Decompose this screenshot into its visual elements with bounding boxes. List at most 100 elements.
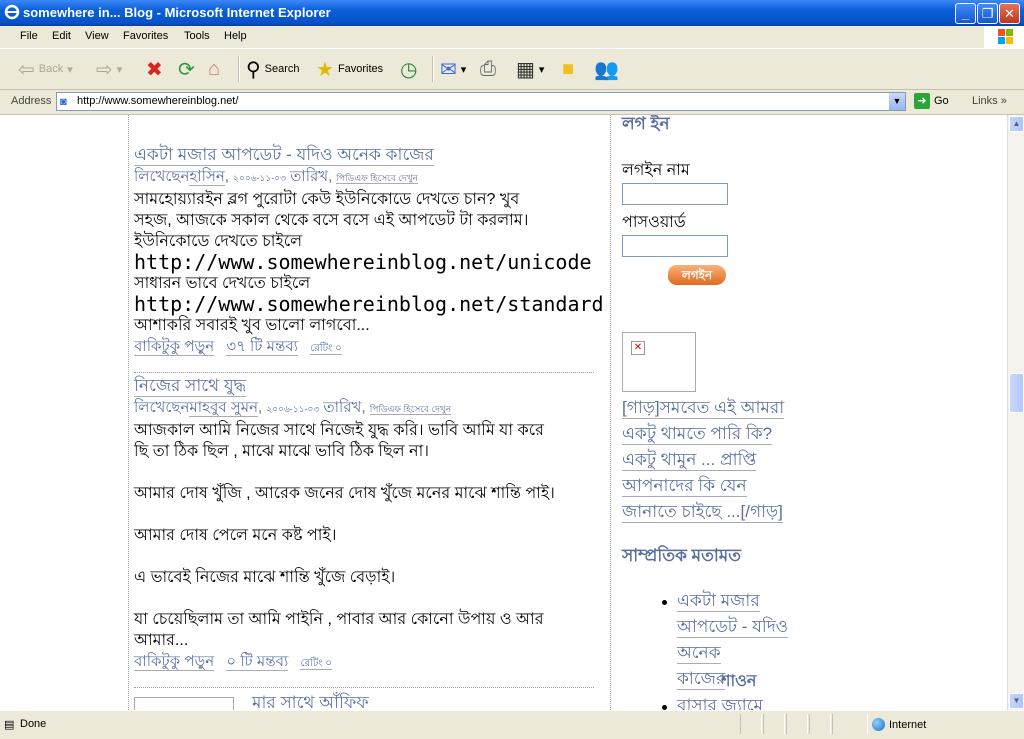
status-cell	[809, 714, 831, 734]
menu-help[interactable]: Help	[224, 30, 247, 42]
post-author[interactable]: হাসিন	[189, 168, 225, 186]
read-more-link[interactable]: বাকিটুকু পড়ুন	[134, 338, 215, 356]
globe-icon	[872, 718, 885, 731]
search-button[interactable]: ⚲ Search	[246, 55, 300, 83]
read-more-link[interactable]: বাকিটুকু পড়ুন	[134, 653, 215, 671]
recent-comment-author[interactable]: শাওন	[721, 668, 756, 695]
sidebar-link[interactable]: [গাড়]সমবেত এই আমরা	[622, 397, 785, 419]
status-cell	[740, 714, 762, 734]
back-button[interactable]: ⇦ Back ▾	[18, 55, 73, 83]
scroll-down-button[interactable]: ▼	[1009, 693, 1024, 709]
menu-view[interactable]: View	[85, 30, 109, 42]
windows-logo-icon	[984, 26, 1024, 48]
note-icon: ■	[562, 57, 575, 80]
post-footer: বাকিটুকু পড়ুন ০ টি মন্তব্য রেটিং ০	[134, 651, 604, 675]
page-done-icon: ▤	[4, 719, 15, 731]
favorites-button[interactable]: ★ Favorites	[316, 55, 383, 83]
page-viewport: একটা মজার আপডেট - যদিও অনেক কাজের লিখেছে…	[0, 115, 1007, 710]
chevron-down-icon: ▾	[538, 63, 545, 76]
broken-image: ✕	[622, 332, 696, 392]
scroll-thumb[interactable]	[1009, 373, 1024, 413]
address-dropdown-button[interactable]: ▼	[889, 93, 905, 110]
username-input[interactable]	[622, 183, 728, 205]
post-title[interactable]: নিজের সাথে যুদ্ধ	[134, 376, 247, 397]
blog-post: একটা মজার আপডেট - যদিও অনেক কাজের লিখেছে…	[134, 145, 604, 360]
recent-comment-link[interactable]: বাসার জ্যামে	[677, 695, 763, 710]
mail-button[interactable]: ✉ ▾	[440, 55, 466, 83]
recent-comments-heading: সাম্প্রতিক মতামত	[622, 546, 741, 565]
print-button[interactable]: ⎙	[480, 55, 496, 83]
post-title[interactable]: একটা মজার আপডেট - যদিও অনেক কাজের	[134, 145, 434, 166]
password-input[interactable]	[622, 235, 728, 257]
menu-tools[interactable]: Tools	[184, 30, 210, 42]
post-body: সামহোয়্যারইন ব্লগ পুরোটা কেউ ইউনিকোডে দ…	[134, 191, 604, 334]
pdf-link[interactable]: পিডিএফ হিসেবে দেখুন	[369, 404, 452, 415]
toolbar-separator	[238, 56, 240, 82]
menu-edit[interactable]: Edit	[52, 30, 71, 42]
rating-link[interactable]: রেটিং ০	[300, 658, 332, 670]
ie-logo-icon	[4, 4, 20, 20]
comments-link[interactable]: ০ টি মন্তব্য	[226, 653, 289, 671]
forward-arrow-icon: ⇨	[96, 58, 113, 81]
post-author[interactable]: মাহবুব সুমন	[189, 399, 259, 417]
links-button[interactable]: Links »	[972, 95, 1007, 107]
back-arrow-icon: ⇦	[18, 58, 35, 81]
sidebar-link[interactable]: আপনাদের কি যেন	[622, 475, 747, 497]
pdf-link[interactable]: পিডিএফ হিসেবে দেখুন	[336, 173, 418, 184]
list-bullet	[662, 600, 667, 605]
stop-button[interactable]: ✖	[146, 55, 163, 83]
history-icon: ◷	[400, 58, 418, 81]
address-label: Address	[11, 95, 52, 107]
status-cell	[786, 714, 808, 734]
comments-link[interactable]: ৩৭ টি মন্তব্য	[226, 338, 299, 356]
rating-link[interactable]: রেটিং ০	[310, 343, 342, 355]
status-cell	[832, 714, 868, 734]
go-button[interactable]: ➜ Go	[914, 93, 949, 109]
messenger-icon: 👥	[594, 58, 619, 81]
home-button[interactable]: ⌂	[208, 55, 220, 83]
messenger-button[interactable]: 👥	[594, 55, 619, 83]
scroll-up-button[interactable]: ▲	[1009, 116, 1024, 132]
status-cell	[763, 714, 785, 734]
discuss-button[interactable]: ■	[562, 55, 574, 83]
recent-comment-link[interactable]: কাজের	[677, 668, 726, 690]
toolbar-separator	[432, 56, 434, 82]
username-label: লগইন নাম	[622, 162, 690, 179]
post-body: আজকাল আমি নিজের সাথে নিজেই যুদ্ধ করি। ভা…	[134, 422, 555, 649]
go-arrow-icon: ➜	[914, 93, 930, 109]
refresh-button[interactable]: ⟳	[178, 55, 195, 83]
login-button[interactable]: লগইন	[668, 265, 726, 285]
standard-link[interactable]: http://www.somewhereinblog.net/standard	[134, 294, 604, 315]
mail-icon: ✉	[440, 58, 457, 81]
address-bar: Address ◙ http://www.somewhereinblog.net…	[0, 90, 1024, 115]
forward-button[interactable]: ⇨ ▾	[96, 55, 122, 83]
post-title[interactable]: মার সাথে আঁফিফ	[252, 693, 369, 710]
sidebar-link[interactable]: জানাতে চাইছে ...[/গাড়]	[622, 501, 783, 523]
post-meta: লিখেছেনমাহবুব সুমন, ২০০৬-১১-০৩ তারিখ, পি…	[134, 399, 452, 417]
recent-comment-link[interactable]: আপডেট - যদিও	[677, 616, 789, 638]
address-input[interactable]: ◙ http://www.somewhereinblog.net/ ▼	[56, 92, 906, 111]
post-meta: লিখেছেনহাসিন, ২০০৬-১১-০৩ তারিখ, পিডিএফ হ…	[134, 168, 418, 186]
edit-button[interactable]: ▦ ▾	[516, 55, 544, 83]
post-divider	[134, 687, 594, 688]
address-url: http://www.somewhereinblog.net/	[77, 95, 239, 107]
title-bar: somewhere in... Blog - Microsoft Interne…	[0, 0, 1024, 26]
menu-favorites[interactable]: Favorites	[123, 30, 168, 42]
standard-toolbar: ⇦ Back ▾ ⇨ ▾ ✖ ⟳ ⌂ ⚲ Search ★ Favorites ◷ ✉ ▾ …	[0, 49, 1024, 90]
broken-image-icon: ✕	[631, 341, 645, 355]
stop-icon: ✖	[146, 58, 163, 81]
restore-button[interactable]: ❐	[977, 3, 998, 24]
print-icon: ⎙	[480, 57, 496, 80]
close-button[interactable]: ✕	[999, 3, 1020, 24]
unicode-link[interactable]: http://www.somewhereinblog.net/unicode	[134, 252, 604, 273]
recent-comment-link[interactable]: একটা মজার	[677, 590, 760, 612]
sidebar-link[interactable]: একটু থামুন ... প্রাপ্তি	[622, 449, 757, 471]
chevron-down-icon: ▾	[460, 63, 467, 76]
word-icon: ▦	[516, 58, 535, 81]
minimize-button[interactable]: _	[955, 3, 976, 24]
vertical-scrollbar[interactable]: ▲ ▼	[1007, 115, 1024, 710]
recent-comment-link[interactable]: অনেক	[677, 642, 721, 664]
history-button[interactable]: ◷	[400, 55, 417, 83]
menu-file[interactable]: File	[20, 30, 38, 42]
sidebar-link[interactable]: একটু থামতে পারি কি?	[622, 423, 773, 445]
